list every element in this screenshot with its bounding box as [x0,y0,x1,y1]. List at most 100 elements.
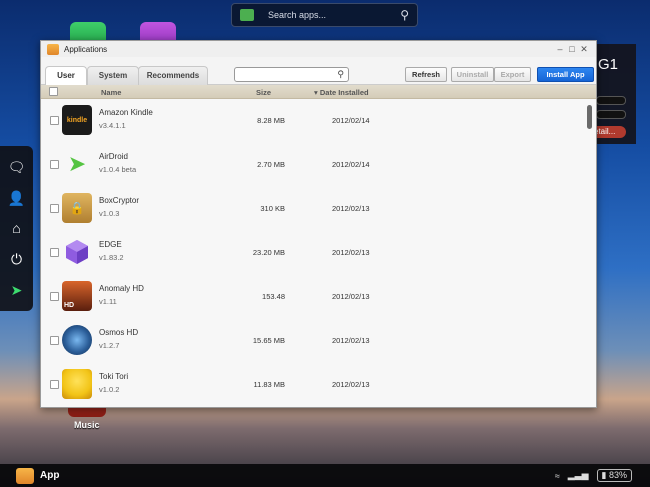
table-row[interactable]: kindle Amazon Kindle v3.4.1.1 8.28 MB 20… [41,99,586,143]
window-title: Applications [64,44,108,54]
table-row[interactable]: Osmos HD v1.2.7 15.65 MB 2012/02/13 [41,319,586,363]
table-row[interactable]: EDGE v1.83.2 23.20 MB 2012/02/13 [41,231,586,275]
scrollbar-thumb[interactable] [587,105,592,129]
tab-user[interactable]: User [45,66,87,86]
signal-icon: ▂▃▅ [567,470,589,480]
edge-icon [62,237,92,267]
column-date-label: Date Installed [319,88,369,97]
taskbar-app-label: App [40,470,60,481]
app-size: 310 KB [260,204,285,213]
row-checkbox[interactable] [50,336,59,345]
app-name: BoxCryptor [99,196,140,205]
uninstall-button[interactable]: Uninstall [451,67,494,82]
app-date: 2012/02/14 [332,116,370,125]
app-date: 2012/02/13 [332,248,370,257]
taskbar: App ≈ ▂▃▅ ▮ 83% [0,464,650,487]
system-tray: ≈ ▂▃▅ ▮ 83% [555,469,632,482]
list-scrollbar[interactable] [587,101,593,407]
row-checkbox[interactable] [50,160,59,169]
app-version: v1.0.4 beta [99,165,137,174]
search-apps-placeholder: Search apps... [268,10,327,20]
store-bag-icon [240,9,254,21]
wifi-icon: ≈ [554,470,560,481]
row-checkbox[interactable] [50,380,59,389]
apps-list: kindle Amazon Kindle v3.4.1.1 8.28 MB 20… [41,99,596,407]
table-row[interactable]: 🔒 BoxCryptor v1.0.3 310 KB 2012/02/13 [41,187,586,231]
anomaly-icon: HD [62,281,92,311]
row-checkbox[interactable] [50,248,59,257]
window-toolbar: User System Recommends ⚲ Refresh Uninsta… [41,57,596,86]
row-checkbox[interactable] [50,116,59,125]
app-name: Anomaly HD [99,284,144,293]
home-icon[interactable]: ⌂ [12,221,20,235]
device-widget: G1 etail... [592,44,636,144]
applications-icon [47,43,59,55]
table-row[interactable]: ➤ AirDroid v1.0.4 beta 2.70 MB 2012/02/1… [41,143,586,187]
app-date: 2012/02/13 [332,204,370,213]
edge-cube-icon [66,240,88,264]
export-button[interactable]: Export [494,67,531,82]
device-widget-detail-button[interactable]: etail... [592,126,626,138]
app-date: 2012/02/13 [332,380,370,389]
battery-icon: ▮ [601,470,609,480]
window-titlebar[interactable]: Applications – □ ✕ [41,41,596,57]
airdroid-icon: ➤ [67,151,87,176]
app-version: v1.0.3 [99,209,120,218]
applications-window: Applications – □ ✕ User System Recommend… [40,40,597,408]
app-version: v1.83.2 [99,253,124,262]
install-app-button[interactable]: Install App [537,67,594,82]
tab-recommends[interactable]: Recommends [138,66,208,85]
app-store-icon [16,467,34,484]
kindle-icon: kindle [62,105,92,135]
battery-indicator: ▮ 83% [596,469,632,482]
desktop-music-label: Music [74,420,100,430]
search-apps-bar[interactable]: Search apps... ⚲ [231,3,418,27]
app-date: 2012/02/14 [332,160,370,169]
app-size: 153.48 [262,292,285,301]
maximize-icon[interactable]: □ [566,44,578,54]
row-checkbox[interactable] [50,204,59,213]
filter-input[interactable]: ⚲ [234,67,349,82]
power-icon[interactable]: ⏻ [11,252,22,266]
app-name: EDGE [99,240,122,249]
battery-level: 83% [608,470,627,480]
app-size: 11.83 MB [253,380,285,389]
app-name: AirDroid [99,152,128,161]
column-date-installed[interactable]: ▾ Date Installed [314,88,369,97]
close-icon[interactable]: ✕ [578,44,590,55]
app-size: 8.28 MB [257,116,285,125]
app-version: v1.0.2 [99,385,120,394]
select-all-checkbox[interactable] [49,87,58,96]
app-date: 2012/02/13 [332,292,370,301]
app-version: v3.4.1.1 [99,121,126,130]
table-row[interactable]: Toki Tori v1.0.2 11.83 MB 2012/02/13 [41,363,586,407]
airdroid-send-icon[interactable]: ➤ [11,283,23,297]
column-name[interactable]: Name [101,88,121,97]
refresh-button[interactable]: Refresh [405,67,447,82]
app-name: Toki Tori [99,372,129,381]
app-version: v1.2.7 [99,341,120,350]
left-dock: 🗨 👤 ⌂ ⏻ ➤ [0,146,33,311]
app-version: v1.11 [99,297,117,306]
row-checkbox[interactable] [50,292,59,301]
device-widget-bar-2 [596,110,626,119]
search-icon[interactable]: ⚲ [400,8,409,22]
tokitori-icon [62,369,92,399]
tab-system[interactable]: System [87,66,139,85]
filter-search-icon[interactable]: ⚲ [337,69,344,80]
column-size[interactable]: Size [256,88,271,97]
osmos-icon [62,325,92,355]
table-row[interactable]: HD Anomaly HD v1.11 153.48 2012/02/13 [41,275,586,319]
message-add-icon[interactable]: 🗨 [8,160,26,174]
app-size: 2.70 MB [257,160,285,169]
minimize-icon[interactable]: – [554,44,566,54]
app-name: Amazon Kindle [99,108,153,117]
table-header: Name Size ▾ Date Installed [41,85,596,99]
app-size: 23.20 MB [252,248,285,257]
app-name: Osmos HD [99,328,139,337]
app-date: 2012/02/13 [332,336,370,345]
add-contact-icon[interactable]: 👤 [8,191,25,205]
taskbar-app-button[interactable]: App [12,467,67,484]
boxcryptor-icon: 🔒 [62,193,92,223]
device-widget-bar-1 [596,96,626,105]
